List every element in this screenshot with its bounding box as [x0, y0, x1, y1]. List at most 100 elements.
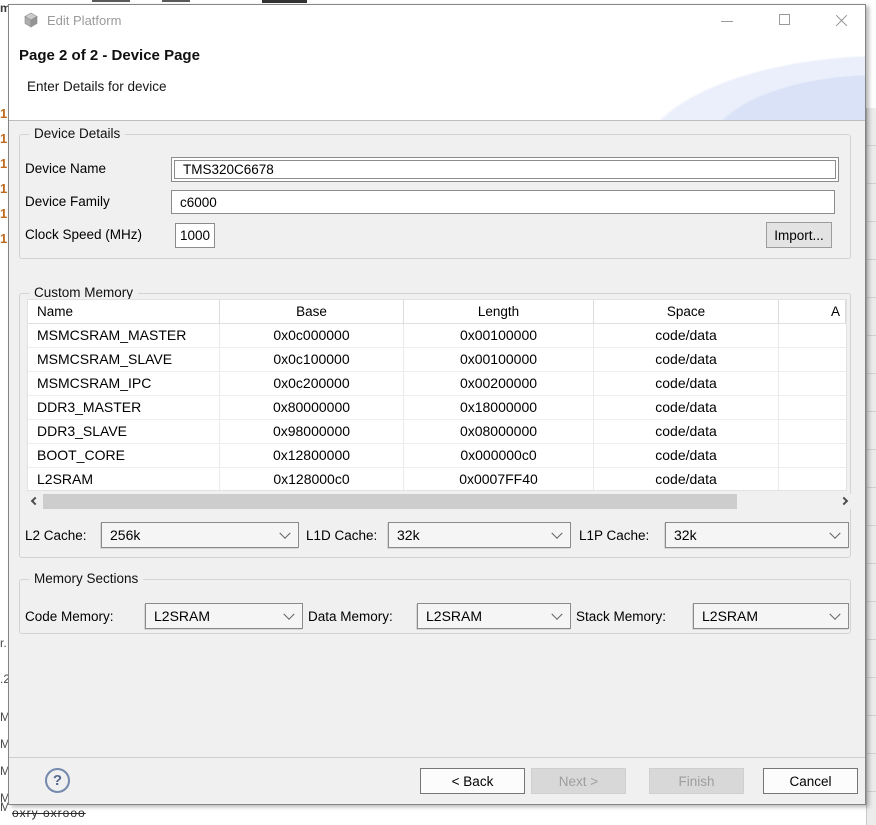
column-header-access[interactable]: A: [779, 300, 846, 323]
table-row[interactable]: BOOT_CORE 0x12800000 0x000000c0 code/dat…: [28, 444, 846, 468]
device-details-legend: Device Details: [29, 126, 126, 141]
chevron-down-icon: [829, 608, 841, 620]
dialog-titlebar[interactable]: Edit Platform: [9, 5, 865, 35]
table-row[interactable]: L2SRAM 0x128000c0 0x0007FF40 code/data: [28, 468, 846, 490]
cell-length: 0x00100000: [404, 324, 594, 347]
finish-button: Finish: [649, 768, 744, 794]
table-row[interactable]: MSMCSRAM_SLAVE 0x0c100000 0x00100000 cod…: [28, 348, 846, 372]
cell-space: code/data: [594, 396, 779, 419]
cell-length: 0x08000000: [404, 420, 594, 443]
table-header-row: Name Base Length Space A: [28, 300, 846, 324]
chevron-down-icon: [551, 608, 563, 620]
backdrop-dash: [262, 0, 307, 3]
device-family-value: c6000: [180, 194, 217, 210]
clock-speed-label: Clock Speed (MHz): [25, 227, 143, 242]
import-button[interactable]: Import...: [766, 222, 832, 248]
clock-speed-field[interactable]: 1000: [175, 223, 215, 248]
cell-access: [779, 420, 846, 443]
next-button: Next >: [531, 768, 626, 794]
data-memory-select[interactable]: L2SRAM: [417, 603, 571, 629]
scroll-left-icon[interactable]: [27, 494, 42, 509]
l1p-cache-value: 32k: [674, 527, 697, 543]
cell-space: code/data: [594, 468, 779, 490]
backdrop-line-number: 1: [0, 156, 8, 171]
cell-length: 0x0007FF40: [404, 468, 594, 490]
chevron-down-icon: [279, 527, 291, 539]
close-icon[interactable]: [824, 5, 858, 35]
scroll-right-icon[interactable]: [838, 494, 853, 509]
l1p-cache-select[interactable]: 32k: [665, 522, 849, 548]
backdrop-line-number: 1: [0, 206, 8, 221]
backdrop-dash: [92, 0, 130, 2]
cell-space: code/data: [594, 348, 779, 371]
column-header-space[interactable]: Space: [594, 300, 779, 323]
cell-name: BOOT_CORE: [28, 444, 220, 467]
backdrop-char: M: [0, 710, 8, 724]
code-memory-select[interactable]: L2SRAM: [145, 603, 303, 629]
cell-space: code/data: [594, 420, 779, 443]
custom-memory-legend: Custom Memory: [29, 285, 139, 300]
table-horizontal-scrollbar[interactable]: [27, 494, 853, 509]
cell-space: code/data: [594, 324, 779, 347]
backdrop-text: oxry oxrooo: [12, 806, 86, 820]
cube-app-icon: [23, 12, 39, 28]
backdrop-char: M: [0, 800, 8, 814]
device-name-field[interactable]: TMS320C6678: [171, 157, 839, 182]
button-bar: ? < Back Next > Finish Cancel: [9, 757, 865, 804]
page-subtitle: Enter Details for device: [27, 79, 167, 94]
stack-memory-select[interactable]: L2SRAM: [693, 603, 849, 629]
cancel-button[interactable]: Cancel: [763, 768, 858, 794]
chevron-down-icon: [283, 608, 295, 620]
column-header-base[interactable]: Base: [220, 300, 404, 323]
cell-space: code/data: [594, 444, 779, 467]
cell-length: 0x00100000: [404, 348, 594, 371]
backdrop-char: M: [0, 764, 8, 778]
back-button[interactable]: < Back: [420, 768, 525, 794]
column-header-name[interactable]: Name: [28, 300, 220, 323]
wizard-banner: Page 2 of 2 - Device Page Enter Details …: [9, 35, 865, 121]
cell-length: 0x18000000: [404, 396, 594, 419]
device-name-value: TMS320C6678: [183, 162, 274, 177]
minimize-icon[interactable]: [710, 5, 744, 35]
l1d-cache-value: 32k: [397, 527, 420, 543]
device-family-field[interactable]: c6000: [171, 190, 835, 214]
l2-cache-select[interactable]: 256k: [101, 522, 299, 548]
backdrop-table-strip: [866, 108, 876, 825]
cell-access: [779, 324, 846, 347]
clock-speed-value: 1000: [180, 228, 211, 243]
cell-name: MSMCSRAM_MASTER: [28, 324, 220, 347]
cell-access: [779, 444, 846, 467]
cell-base: 0x0c000000: [220, 324, 404, 347]
cell-name: DDR3_MASTER: [28, 396, 220, 419]
backdrop-char: .2: [0, 672, 8, 686]
backdrop-line-number: 1: [0, 131, 8, 146]
cell-base: 0x128000c0: [220, 468, 404, 490]
page-title: Page 2 of 2 - Device Page: [19, 47, 200, 64]
dialog-title: Edit Platform: [47, 13, 122, 28]
backdrop-line-number: 1: [0, 106, 8, 121]
help-icon[interactable]: ?: [45, 768, 70, 793]
table-row[interactable]: DDR3_SLAVE 0x98000000 0x08000000 code/da…: [28, 420, 846, 444]
scrollbar-thumb[interactable]: [43, 494, 737, 509]
device-name-label: Device Name: [25, 161, 107, 176]
backdrop-char: r.: [0, 636, 7, 650]
cell-access: [779, 396, 846, 419]
column-header-length[interactable]: Length: [404, 300, 594, 323]
l1d-cache-select[interactable]: 32k: [388, 522, 571, 548]
table-row[interactable]: MSMCSRAM_IPC 0x0c200000 0x00200000 code/…: [28, 372, 846, 396]
maximize-icon[interactable]: [768, 5, 802, 35]
cell-access: [779, 372, 846, 395]
l1d-cache-label: L1D Cache:: [306, 528, 378, 543]
data-memory-value: L2SRAM: [426, 608, 483, 624]
table-row[interactable]: DDR3_MASTER 0x80000000 0x18000000 code/d…: [28, 396, 846, 420]
edit-platform-dialog: Edit Platform Page 2 of 2 - Device Page …: [8, 4, 866, 805]
code-memory-value: L2SRAM: [154, 608, 211, 624]
code-memory-label: Code Memory:: [25, 609, 114, 624]
l2-cache-value: 256k: [110, 527, 141, 543]
table-row[interactable]: MSMCSRAM_MASTER 0x0c000000 0x00100000 co…: [28, 324, 846, 348]
cell-base: 0x98000000: [220, 420, 404, 443]
cell-base: 0x12800000: [220, 444, 404, 467]
backdrop-line-number: 1: [0, 181, 8, 196]
stack-memory-label: Stack Memory:: [576, 609, 667, 624]
cell-access: [779, 468, 846, 490]
